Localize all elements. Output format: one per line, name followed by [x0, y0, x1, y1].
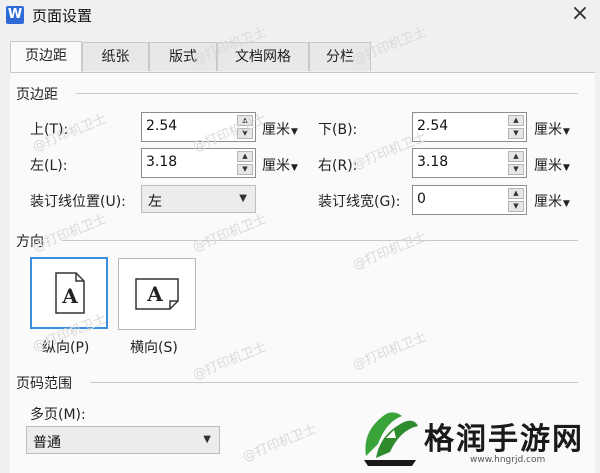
spin-up-icon[interactable]: ▲ [508, 188, 524, 199]
tab-columns[interactable]: 分栏 [309, 42, 371, 71]
brand-name: 格润手游网 [424, 422, 584, 457]
portrait-page-icon: A [55, 272, 85, 314]
tab-layout[interactable]: 版式 [149, 42, 217, 71]
spin-down-icon[interactable]: ▼ [508, 128, 524, 139]
caret-down-icon: ▼ [291, 163, 298, 173]
gutter-width-stepper[interactable]: 0 ▲ ▼ [412, 185, 527, 215]
tab-doc-grid[interactable]: 文档网格 [217, 42, 309, 71]
title-bar: W 页面设置 × [0, 0, 600, 30]
spin-up-icon[interactable]: ▲ [237, 115, 253, 126]
window-title: 页面设置 [32, 7, 93, 25]
brand-url: www.hngrjd.com [470, 455, 546, 465]
section-divider [62, 240, 578, 241]
section-divider [76, 93, 578, 94]
gutter-position-select[interactable]: 左 ▼ [141, 185, 256, 213]
svg-text:A: A [146, 282, 163, 306]
top-margin-label: 上(T): [30, 122, 69, 138]
margins-section-title: 页边距 [16, 84, 62, 104]
caret-down-icon: ▼ [203, 434, 211, 445]
multiple-pages-label: 多页(M): [30, 407, 86, 423]
bottom-margin-value: 2.54 [417, 118, 449, 134]
caret-down-icon: ▼ [563, 163, 570, 173]
wps-app-icon: W [6, 6, 24, 24]
bottom-margin-stepper[interactable]: 2.54 ▲ ▼ [412, 112, 527, 142]
gutter-position-value: 左 [148, 194, 162, 210]
right-margin-value: 3.18 [417, 154, 449, 170]
leaf-logo-icon [364, 412, 418, 466]
unit-label: 厘米 [262, 122, 290, 138]
caret-down-icon: ▼ [563, 127, 570, 137]
left-margin-stepper[interactable]: 3.18 ▲ ▼ [141, 148, 256, 178]
landscape-button[interactable]: A [118, 258, 196, 330]
page-range-section-title: 页码范围 [16, 373, 76, 393]
right-unit-dropdown[interactable]: 厘米▼ [534, 155, 570, 175]
tab-margins[interactable]: 页边距 [10, 41, 82, 72]
portrait-button[interactable]: A [30, 257, 108, 329]
svg-text:A: A [61, 284, 78, 308]
spin-up-icon[interactable]: ▲ [508, 151, 524, 162]
top-unit-dropdown[interactable]: 厘米▼ [262, 119, 298, 139]
left-margin-label: 左(L): [30, 158, 68, 174]
unit-label: 厘米 [534, 122, 562, 138]
caret-down-icon: ▼ [239, 193, 247, 204]
gutter-width-value: 0 [417, 191, 426, 207]
unit-label: 厘米 [534, 158, 562, 174]
left-margin-value: 3.18 [146, 154, 178, 170]
left-unit-dropdown[interactable]: 厘米▼ [262, 155, 298, 175]
orientation-section-title: 方向 [16, 231, 48, 251]
gutter-width-label: 装订线宽(G): [318, 194, 401, 210]
close-icon[interactable]: × [568, 2, 592, 26]
caret-down-icon: ▼ [291, 127, 298, 137]
spin-down-icon[interactable]: ▼ [508, 201, 524, 212]
section-divider [90, 382, 578, 383]
multiple-pages-value: 普通 [33, 435, 61, 451]
caret-down-icon: ▼ [563, 199, 570, 209]
gutter-unit-dropdown[interactable]: 厘米▼ [534, 191, 570, 211]
top-margin-value: 2.54 [146, 118, 178, 134]
spin-down-icon[interactable]: ▼ [237, 164, 253, 175]
bottom-margin-label: 下(B): [318, 122, 358, 138]
right-margin-label: 右(R): [318, 158, 358, 174]
site-logo-overlay: 格润手游网 www.hngrjd.com [352, 408, 600, 472]
right-margin-stepper[interactable]: 3.18 ▲ ▼ [412, 148, 527, 178]
bottom-unit-dropdown[interactable]: 厘米▼ [534, 119, 570, 139]
unit-label: 厘米 [534, 194, 562, 210]
landscape-page-icon: A [135, 278, 179, 310]
spin-up-icon[interactable]: ▲ [237, 151, 253, 162]
multiple-pages-select[interactable]: 普通 ▼ [26, 426, 220, 454]
landscape-label: 横向(S) [130, 340, 178, 356]
tab-paper[interactable]: 纸张 [82, 42, 149, 71]
top-margin-stepper[interactable]: 2.54 ▲ ▼ [141, 112, 256, 142]
spin-down-icon[interactable]: ▼ [508, 164, 524, 175]
spin-down-icon[interactable]: ▼ [237, 128, 253, 139]
gutter-position-label: 装订线位置(U): [30, 194, 126, 210]
spin-up-icon[interactable]: ▲ [508, 115, 524, 126]
unit-label: 厘米 [262, 158, 290, 174]
portrait-label: 纵向(P) [42, 340, 90, 356]
